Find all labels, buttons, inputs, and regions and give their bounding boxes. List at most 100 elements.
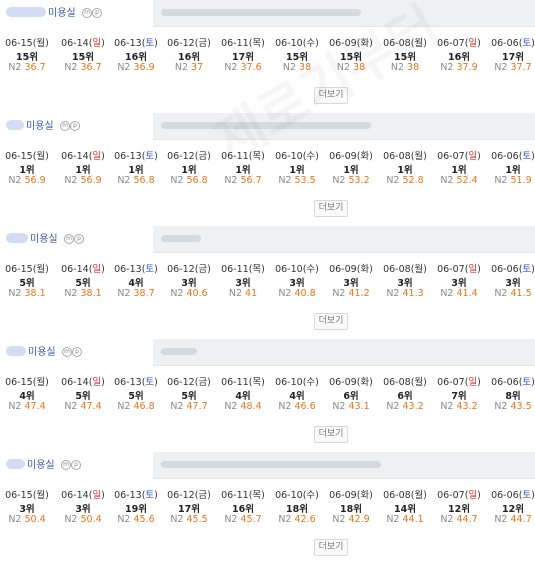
more-button[interactable]: 더보기 [314, 539, 348, 556]
weekday-text: 금 [198, 151, 208, 162]
day-score: N2 44.7 [432, 514, 486, 525]
paren-close: ) [45, 264, 49, 275]
day-rank: 3위 [505, 278, 521, 289]
day-rank: 1위 [75, 165, 91, 176]
score-prefix: N2 [224, 175, 238, 186]
more-button[interactable]: 더보기 [314, 200, 348, 217]
rank-block: 미용실 m p 06-15(월) 15위 N2 36.7 06-14(일) 15위 N2 36.… [0, 0, 535, 113]
day-date: 06-14(일) [56, 374, 110, 388]
day-rank: 4위 [235, 391, 251, 402]
weekday-text: 일 [468, 490, 478, 501]
score-prefix: N2 [117, 401, 131, 412]
day-rank: 16위 [125, 52, 147, 63]
day-date: 06-07(일) [432, 35, 486, 49]
day-score: N2 52.8 [378, 175, 432, 186]
day-date: 06-06(토) [486, 261, 535, 275]
day-date: 06-08(월) [378, 487, 432, 501]
date-text: 06-08 [383, 490, 411, 501]
weekday-text: 월 [414, 490, 424, 501]
date-text: 06-12 [167, 490, 195, 501]
day-score: N2 41.4 [432, 288, 486, 299]
day-rank: 5위 [181, 391, 197, 402]
day-date: 06-10(수) [270, 148, 324, 162]
day-rank: 1위 [451, 165, 467, 176]
day-rank: 16위 [178, 52, 200, 63]
day-score: N2 47.4 [56, 401, 110, 412]
more-button[interactable]: 더보기 [314, 426, 348, 443]
day-column: 06-12(금) 3위 N2 40.6 [162, 226, 216, 306]
day-column: 06-13(토) 4위 N2 38.7 [109, 226, 163, 306]
score-prefix: N2 [440, 62, 454, 73]
weekday-text: 토 [145, 151, 155, 162]
day-date: 06-13(토) [109, 35, 163, 49]
day-column: 06-15(월) 15위 N2 36.7 [0, 0, 54, 80]
score-value: 38.7 [133, 288, 155, 299]
score-prefix: N2 [390, 62, 405, 73]
score-prefix: N2 [332, 401, 346, 412]
score-value: 56.8 [186, 175, 208, 186]
day-rank: 1위 [19, 165, 35, 176]
day-score: N2 56.8 [109, 175, 163, 186]
day-score: N2 50.4 [56, 514, 110, 525]
day-rank: 4위 [289, 391, 305, 402]
day-date: 06-08(월) [378, 148, 432, 162]
paren-close: ) [261, 151, 265, 162]
day-column: 06-11(목) 1위 N2 56.7 [216, 113, 270, 193]
score-prefix: N2 [64, 62, 78, 73]
score-value: 44.7 [510, 514, 532, 525]
paren-close: ) [45, 490, 49, 501]
weekday-text: 목 [252, 377, 262, 388]
day-column: 06-07(일) 16위 N2 37.9 [432, 0, 486, 80]
date-text: 06-09 [329, 490, 357, 501]
day-score: N2 38 [378, 62, 432, 73]
day-column: 06-11(목) 3위 N2 41 [216, 226, 270, 306]
day-column: 06-12(금) 5위 N2 47.7 [162, 339, 216, 419]
score-value: 42.6 [294, 514, 316, 525]
score-prefix: N2 [170, 514, 184, 525]
score-value: 46.6 [294, 401, 316, 412]
date-text: 06-11 [221, 377, 249, 388]
day-score: N2 43.1 [324, 401, 378, 412]
paren-close: ) [154, 490, 158, 501]
paren-close: ) [531, 490, 535, 501]
day-rank: 7위 [451, 391, 467, 402]
day-column: 06-08(월) 15위 N2 38 [378, 0, 432, 80]
score-prefix: N2 [117, 514, 131, 525]
day-rank: 3위 [235, 278, 251, 289]
day-score: N2 43.5 [486, 401, 535, 412]
day-rank: 5위 [128, 391, 144, 402]
day-rank: 16위 [448, 52, 470, 63]
day-score: N2 52.4 [432, 175, 486, 186]
day-date: 06-12(금) [162, 35, 216, 49]
day-score: N2 42.9 [324, 514, 378, 525]
score-value: 51.9 [510, 175, 532, 186]
day-rank: 1위 [343, 165, 359, 176]
day-rank: 1위 [397, 165, 413, 176]
more-button[interactable]: 더보기 [314, 87, 348, 104]
date-text: 06-06 [491, 151, 519, 162]
score-prefix: N2 [494, 62, 508, 73]
paren-close: ) [477, 151, 481, 162]
paren-close: ) [423, 490, 427, 501]
paren-close: ) [207, 151, 211, 162]
score-prefix: N2 [494, 514, 508, 525]
score-value: 46.8 [133, 401, 155, 412]
score-prefix: N2 [440, 288, 454, 299]
paren-close: ) [315, 264, 319, 275]
day-score: N2 42.6 [270, 514, 324, 525]
paren-close: ) [423, 151, 427, 162]
day-score: N2 50.4 [0, 514, 54, 525]
day-column: 06-11(목) 16위 N2 45.7 [216, 452, 270, 532]
score-value: 48.4 [240, 401, 262, 412]
date-text: 06-10 [275, 377, 303, 388]
score-value: 53.5 [294, 175, 316, 186]
weekday-text: 화 [360, 490, 370, 501]
score-value: 52.8 [402, 175, 424, 186]
more-button[interactable]: 더보기 [314, 313, 348, 330]
day-date: 06-11(목) [216, 487, 270, 501]
day-rank: 17위 [232, 52, 254, 63]
day-score: N2 41.3 [378, 288, 432, 299]
score-prefix: N2 [170, 288, 184, 299]
weekday-text: 수 [306, 264, 316, 275]
paren-close: ) [477, 264, 481, 275]
